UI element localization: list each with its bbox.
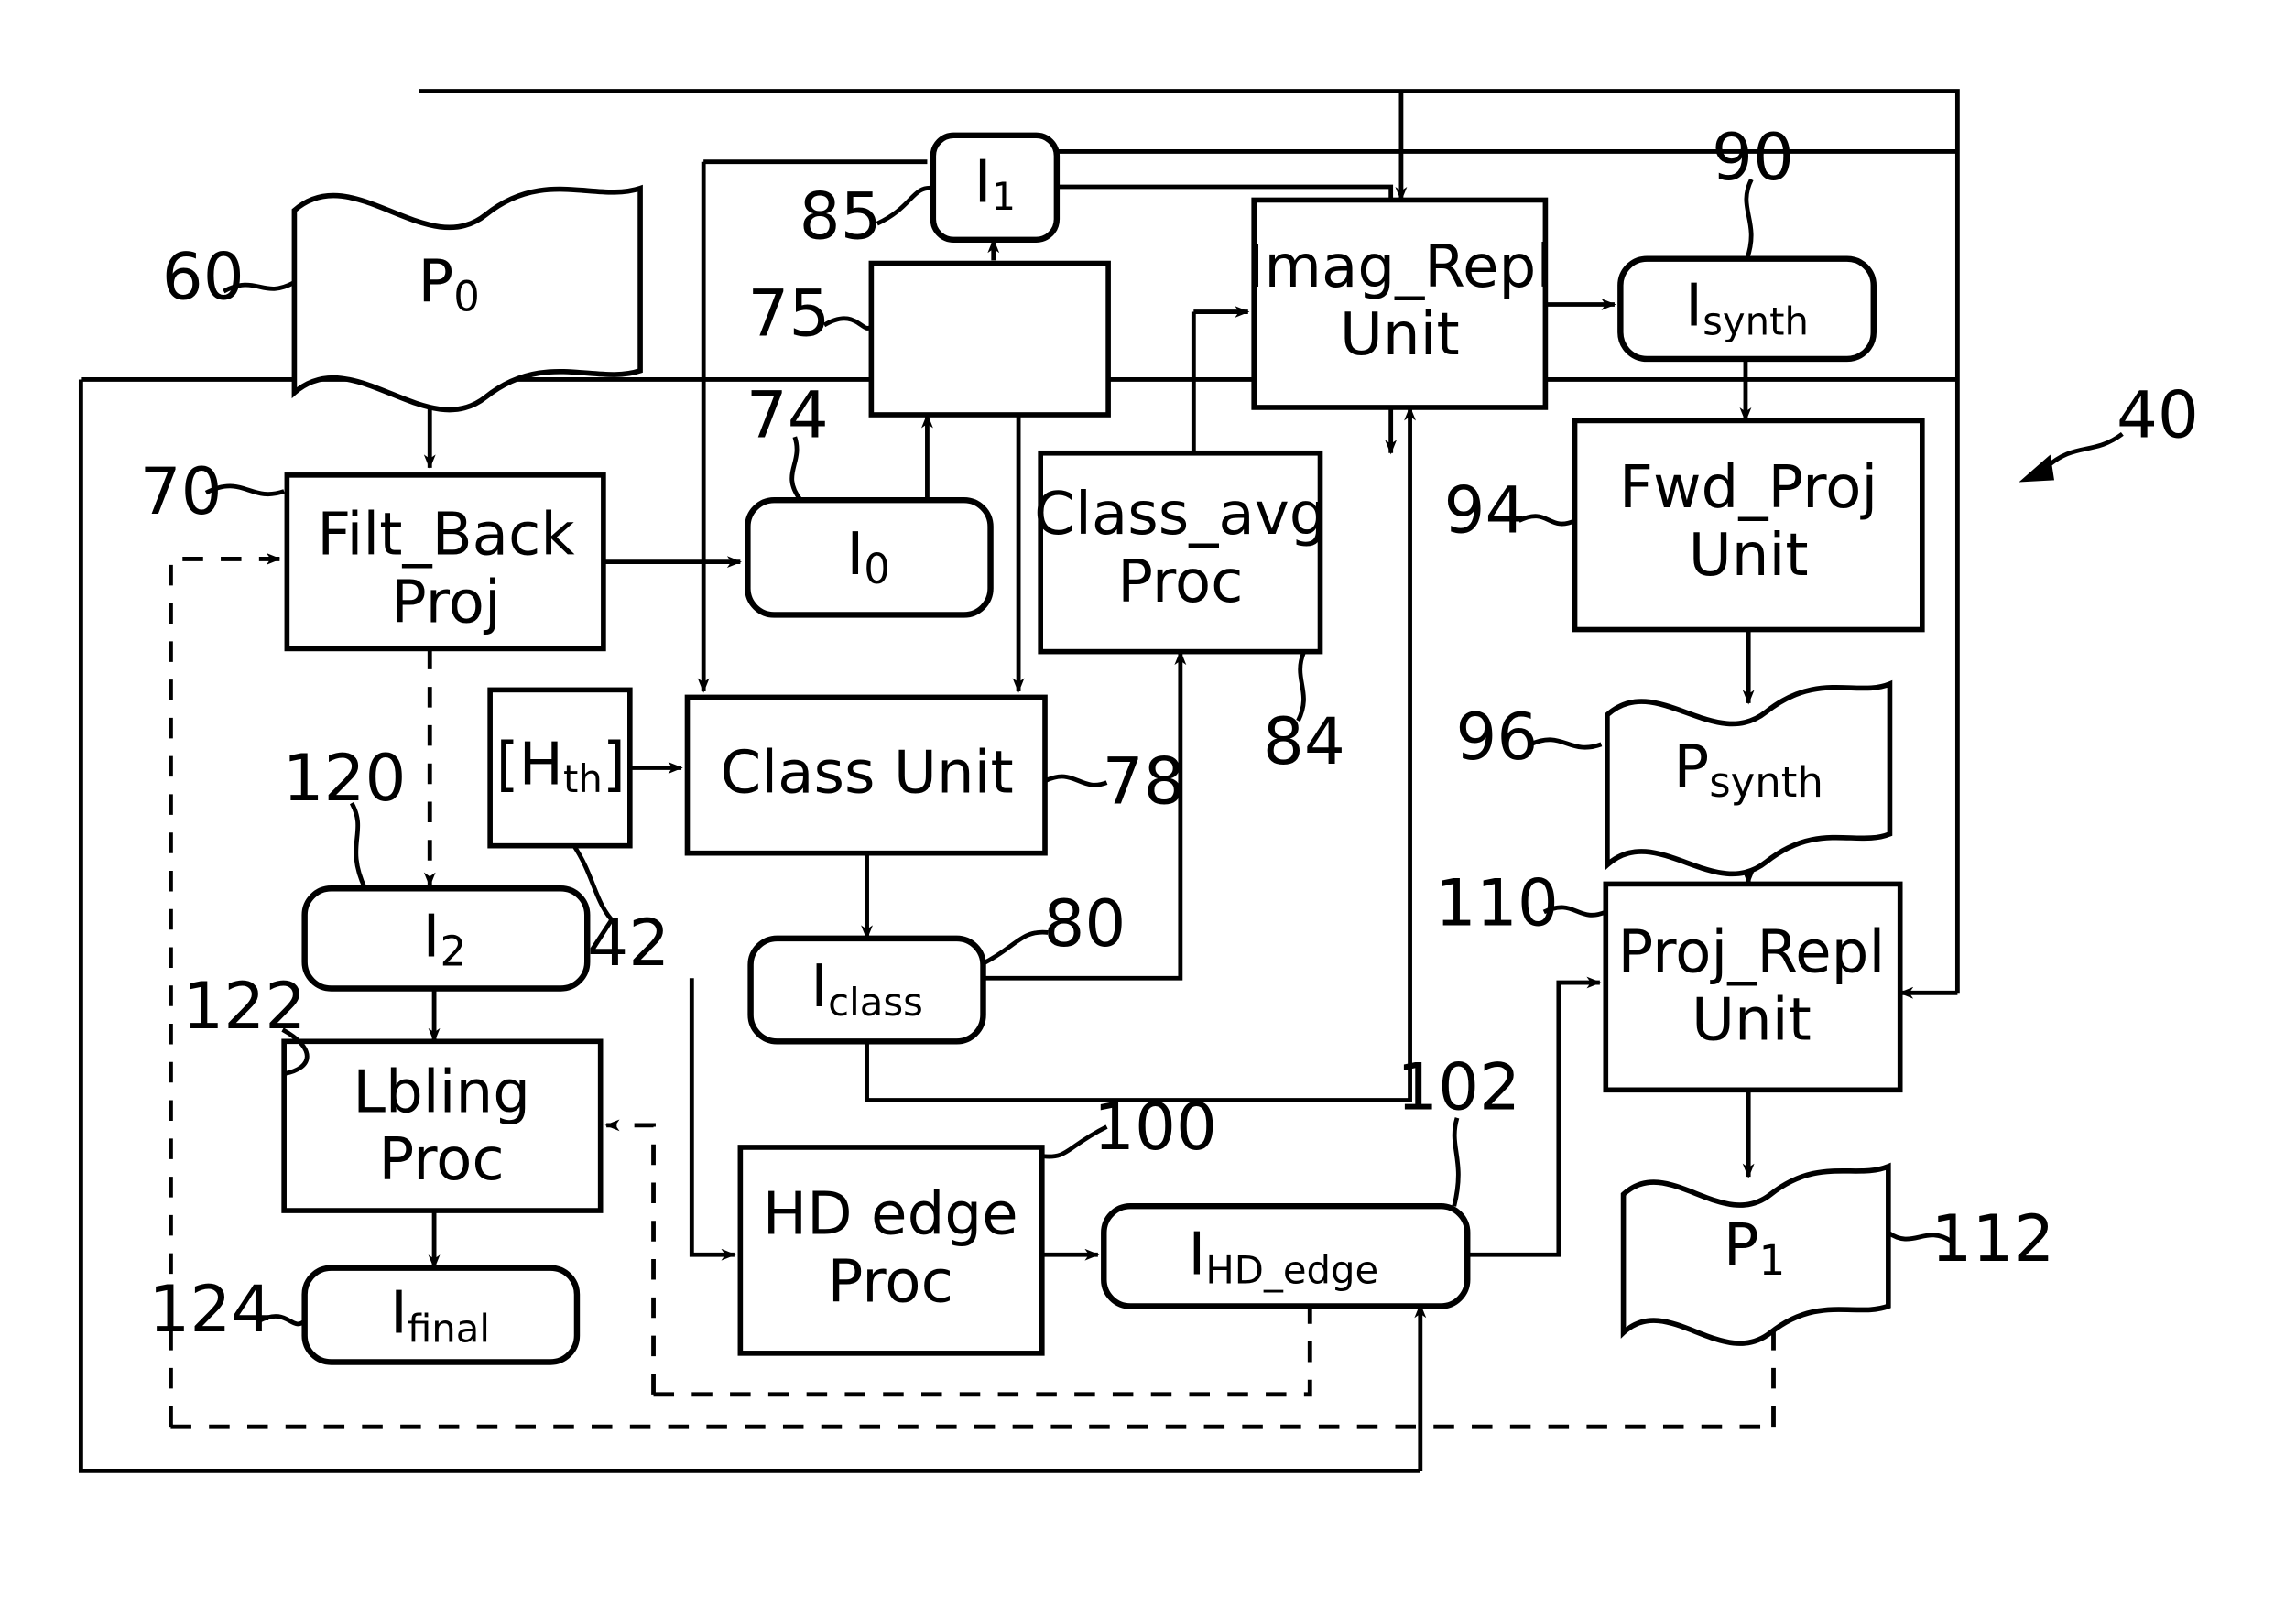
ref-102: 102 [1397, 1048, 1520, 1124]
label-imag-repl-unit-2: Unit [1340, 300, 1460, 369]
ref-94: 94 [1444, 472, 1527, 548]
leader-78 [1043, 774, 1108, 787]
label-proj-repl-unit: Proj_Repl [1617, 918, 1885, 987]
ref-122: 122 [182, 968, 306, 1044]
label-hd-edge-proc-2: Proc [828, 1248, 953, 1317]
ref-85: 85 [800, 178, 882, 254]
ref-80: 80 [1043, 885, 1126, 961]
wire-iclass-to-hdedge [689, 978, 736, 1261]
ref-96: 96 [1455, 699, 1538, 775]
ref-110: 110 [1435, 865, 1559, 941]
ref-100: 100 [1094, 1089, 1217, 1165]
block-75[interactable] [868, 260, 1111, 418]
leader-96 [1529, 737, 1603, 750]
ref-112: 112 [1931, 1200, 2054, 1276]
leader-75 [822, 316, 874, 331]
ref-70: 70 [140, 453, 223, 529]
ref-40: 40 [2116, 376, 2199, 452]
wire-dashed-to-lbling [604, 1119, 656, 1395]
label-lbling-proc: Lbling [353, 1058, 530, 1126]
ref-42: 42 [587, 905, 669, 981]
label-class-avg-proc: Class_avg [1034, 480, 1326, 548]
label-proj-repl-unit-2: Unit [1692, 986, 1812, 1055]
label-hd-edge-proc: HD edge [763, 1180, 1018, 1249]
ref-78: 78 [1103, 743, 1185, 819]
ref-120: 120 [283, 740, 407, 816]
ref-75: 75 [747, 276, 830, 352]
label-hth: [Hth] [496, 730, 626, 800]
leader-94 [1518, 514, 1576, 527]
leader-102 [1452, 1117, 1461, 1207]
label-filt-back-proj-2: Proj [391, 568, 501, 636]
ref-124: 124 [148, 1271, 272, 1347]
block-diagram: P0 Filt_Back Proj I0 I1 [Hth] Class Unit… [78, 89, 2199, 1473]
ref-90: 90 [1712, 119, 1794, 195]
label-lbling-proc-2: Proc [378, 1125, 504, 1194]
label-class-avg-proc-2: Proc [1117, 548, 1243, 616]
figure-canvas: P0 Filt_Back Proj I0 I1 [Hth] Class Unit… [0, 0, 2296, 1618]
label-filt-back-proj: Filt_Back [317, 501, 575, 570]
label-fwd-proj-unit: Fwd_Proj [1619, 453, 1877, 522]
label-imag-repl-unit: Imag_Repl [1246, 233, 1552, 301]
leader-85 [876, 186, 934, 226]
ref-60: 60 [162, 238, 245, 314]
ref-74: 74 [746, 376, 829, 452]
label-class-unit: Class Unit [720, 739, 1013, 808]
leader-40 [2044, 431, 2124, 470]
leader-80 [982, 929, 1049, 966]
ref-84: 84 [1263, 703, 1345, 779]
label-fwd-proj-unit-2: Unit [1689, 521, 1809, 590]
leader-40-arrowhead [2019, 454, 2055, 483]
